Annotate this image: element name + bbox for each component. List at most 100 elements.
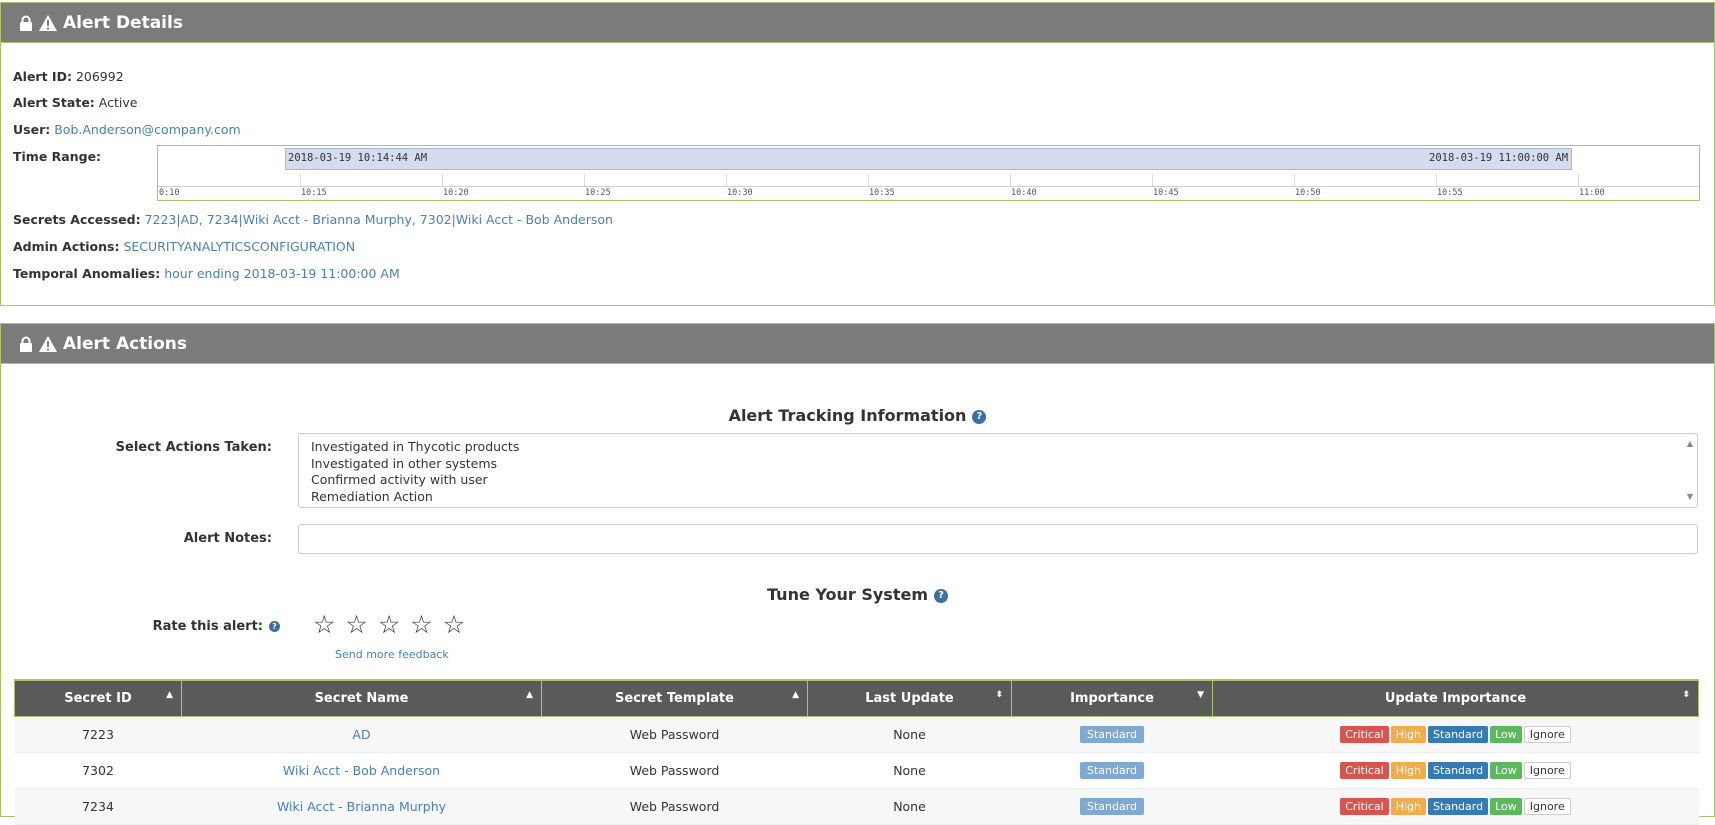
high-button[interactable]: High: [1390, 798, 1427, 815]
secrets-table: Secret ID ▲ Secret Name ▲ Secret Template ▲…: [14, 679, 1699, 825]
time-range-timeline[interactable]: 2018-03-19 10:14:44 AM 2018-03-19 11:00:…: [157, 145, 1700, 201]
warning-icon: [39, 14, 57, 31]
critical-button[interactable]: Critical: [1340, 798, 1389, 815]
cell-secret-template: Web Password: [541, 716, 808, 753]
alert-actions-header[interactable]: Alert Actions: [1, 324, 1714, 364]
high-button[interactable]: High: [1390, 726, 1427, 743]
secrets-link[interactable]: 7223|AD, 7234|Wiki Acct - Brianna Murphy…: [145, 212, 613, 227]
timeline-tick: [1578, 174, 1579, 186]
sort-asc-icon[interactable]: ▲: [526, 690, 533, 700]
cell-importance: Standard: [1011, 752, 1213, 789]
timeline-tick: [442, 174, 443, 186]
sort-both-icon[interactable]: ⬍: [995, 690, 1003, 700]
ignore-button[interactable]: Ignore: [1523, 798, 1571, 815]
critical-button[interactable]: Critical: [1340, 726, 1389, 743]
timeline-tick: [1294, 174, 1295, 186]
cell-last-update: None: [807, 752, 1012, 789]
sort-both-icon[interactable]: ⬍: [1682, 690, 1690, 700]
alert-state-label: Alert State:: [13, 95, 95, 110]
col-last-update[interactable]: Last Update ⬍: [807, 679, 1012, 717]
alert-notes-label: Alert Notes:: [183, 531, 272, 546]
action-option[interactable]: Remediation Action: [311, 489, 1685, 506]
star-icon[interactable]: ☆: [313, 612, 335, 637]
cell-secret-template: Web Password: [541, 788, 808, 825]
timeline-tick-label: 10:20: [443, 188, 469, 198]
temporal-row: Temporal Anomalies: hour ending 2018-03-…: [13, 266, 400, 281]
action-option[interactable]: Investigated in Thycotic products: [311, 439, 1685, 456]
help-icon[interactable]: ?: [933, 588, 948, 603]
sort-asc-icon[interactable]: ▲: [792, 690, 799, 700]
admin-label: Admin Actions:: [13, 239, 120, 254]
timeline-tick-label: 10:55: [1437, 188, 1463, 198]
listbox-scrollbar[interactable]: ▲ ▼: [1685, 436, 1695, 505]
admin-link[interactable]: SECURITYANALYTICSCONFIGURATION: [123, 239, 355, 254]
low-button[interactable]: Low: [1490, 762, 1522, 779]
timeline-tick-label: 10:15: [301, 188, 327, 198]
panel-title: Alert Details: [63, 12, 183, 33]
standard-button[interactable]: Standard: [1428, 726, 1489, 743]
sort-asc-icon[interactable]: ▲: [166, 690, 173, 700]
alert-id-label: Alert ID:: [13, 69, 72, 84]
standard-button[interactable]: Standard: [1428, 798, 1489, 815]
tracking-title-row: Alert Tracking Information?: [0, 406, 1715, 425]
help-icon[interactable]: ?: [269, 621, 280, 632]
low-button[interactable]: Low: [1490, 726, 1522, 743]
star-icon[interactable]: ☆: [345, 612, 367, 637]
timeline-tick-label: 11:00: [1579, 188, 1605, 198]
col-secret-id[interactable]: Secret ID ▲: [14, 679, 182, 717]
help-icon[interactable]: ?: [972, 409, 987, 424]
timeline-tick-label: 10:50: [1295, 188, 1321, 198]
timeline-axis: [158, 186, 1699, 187]
critical-button[interactable]: Critical: [1340, 762, 1389, 779]
timeline-tick: [726, 174, 727, 186]
temporal-link[interactable]: hour ending 2018-03-19 11:00:00 AM: [164, 266, 400, 281]
star-icon[interactable]: ☆: [443, 612, 465, 637]
rate-label-row: Rate this alert:?: [100, 619, 280, 634]
user-link[interactable]: Bob.Anderson@company.com: [54, 122, 240, 137]
low-button[interactable]: Low: [1490, 798, 1522, 815]
timeline-tick-label: 10:45: [1153, 188, 1179, 198]
ignore-button[interactable]: Ignore: [1523, 762, 1571, 779]
table-row: 7234 Wiki Acct - Brianna Murphy Web Pass…: [14, 788, 1699, 825]
cell-secret-id: 7302: [14, 752, 182, 789]
lock-icon: [19, 336, 33, 352]
alert-details-header[interactable]: Alert Details: [1, 3, 1714, 43]
importance-badge: Standard: [1079, 726, 1145, 743]
admin-row: Admin Actions: SECURITYANALYTICSCONFIGUR…: [13, 239, 355, 254]
user-row: User: Bob.Anderson@company.com: [13, 122, 241, 137]
col-secret-name[interactable]: Secret Name ▲: [181, 679, 542, 717]
timeline-tick: [1010, 174, 1011, 186]
timeline-tick: [1436, 174, 1437, 186]
high-button[interactable]: High: [1390, 762, 1427, 779]
time-range-bar[interactable]: [285, 148, 1572, 170]
importance-badge: Standard: [1079, 798, 1145, 815]
col-update-importance[interactable]: Update Importance ⬍: [1212, 679, 1699, 717]
cell-secret-name[interactable]: Wiki Acct - Brianna Murphy: [181, 788, 542, 825]
star-icon[interactable]: ☆: [410, 612, 432, 637]
timeline-tick: [300, 174, 301, 186]
timeline-tick-label: 10:35: [869, 188, 895, 198]
action-option[interactable]: Investigated in other systems: [311, 456, 1685, 473]
star-icon[interactable]: ☆: [378, 612, 400, 637]
cell-secret-template: Web Password: [541, 752, 808, 789]
action-option[interactable]: Confirmed activity with user: [311, 472, 1685, 489]
col-secret-template[interactable]: Secret Template ▲: [541, 679, 808, 717]
rating-stars[interactable]: ☆ ☆ ☆ ☆ ☆: [313, 612, 465, 637]
alert-notes-input[interactable]: [298, 524, 1698, 554]
standard-button[interactable]: Standard: [1428, 762, 1489, 779]
col-importance[interactable]: Importance ▼: [1011, 679, 1213, 717]
cell-last-update: None: [807, 788, 1012, 825]
cell-secret-name[interactable]: AD: [181, 716, 542, 753]
time-range-start: 2018-03-19 10:14:44 AM: [288, 152, 428, 164]
cell-secret-name[interactable]: Wiki Acct - Bob Anderson: [181, 752, 542, 789]
ignore-button[interactable]: Ignore: [1523, 726, 1571, 743]
time-range-label: Time Range:: [13, 149, 102, 164]
actions-taken-select[interactable]: Investigated in Thycotic products Invest…: [298, 433, 1698, 508]
lock-icon: [19, 15, 33, 31]
timeline-tick: [1152, 174, 1153, 186]
send-feedback-link[interactable]: Send more feedback: [335, 648, 449, 661]
table-row: 7302 Wiki Acct - Bob Anderson Web Passwo…: [14, 752, 1699, 789]
tracking-title: Alert Tracking Information: [728, 406, 967, 425]
sort-desc-icon[interactable]: ▼: [1197, 690, 1204, 700]
timeline-tick-label: 0:10: [159, 188, 180, 198]
